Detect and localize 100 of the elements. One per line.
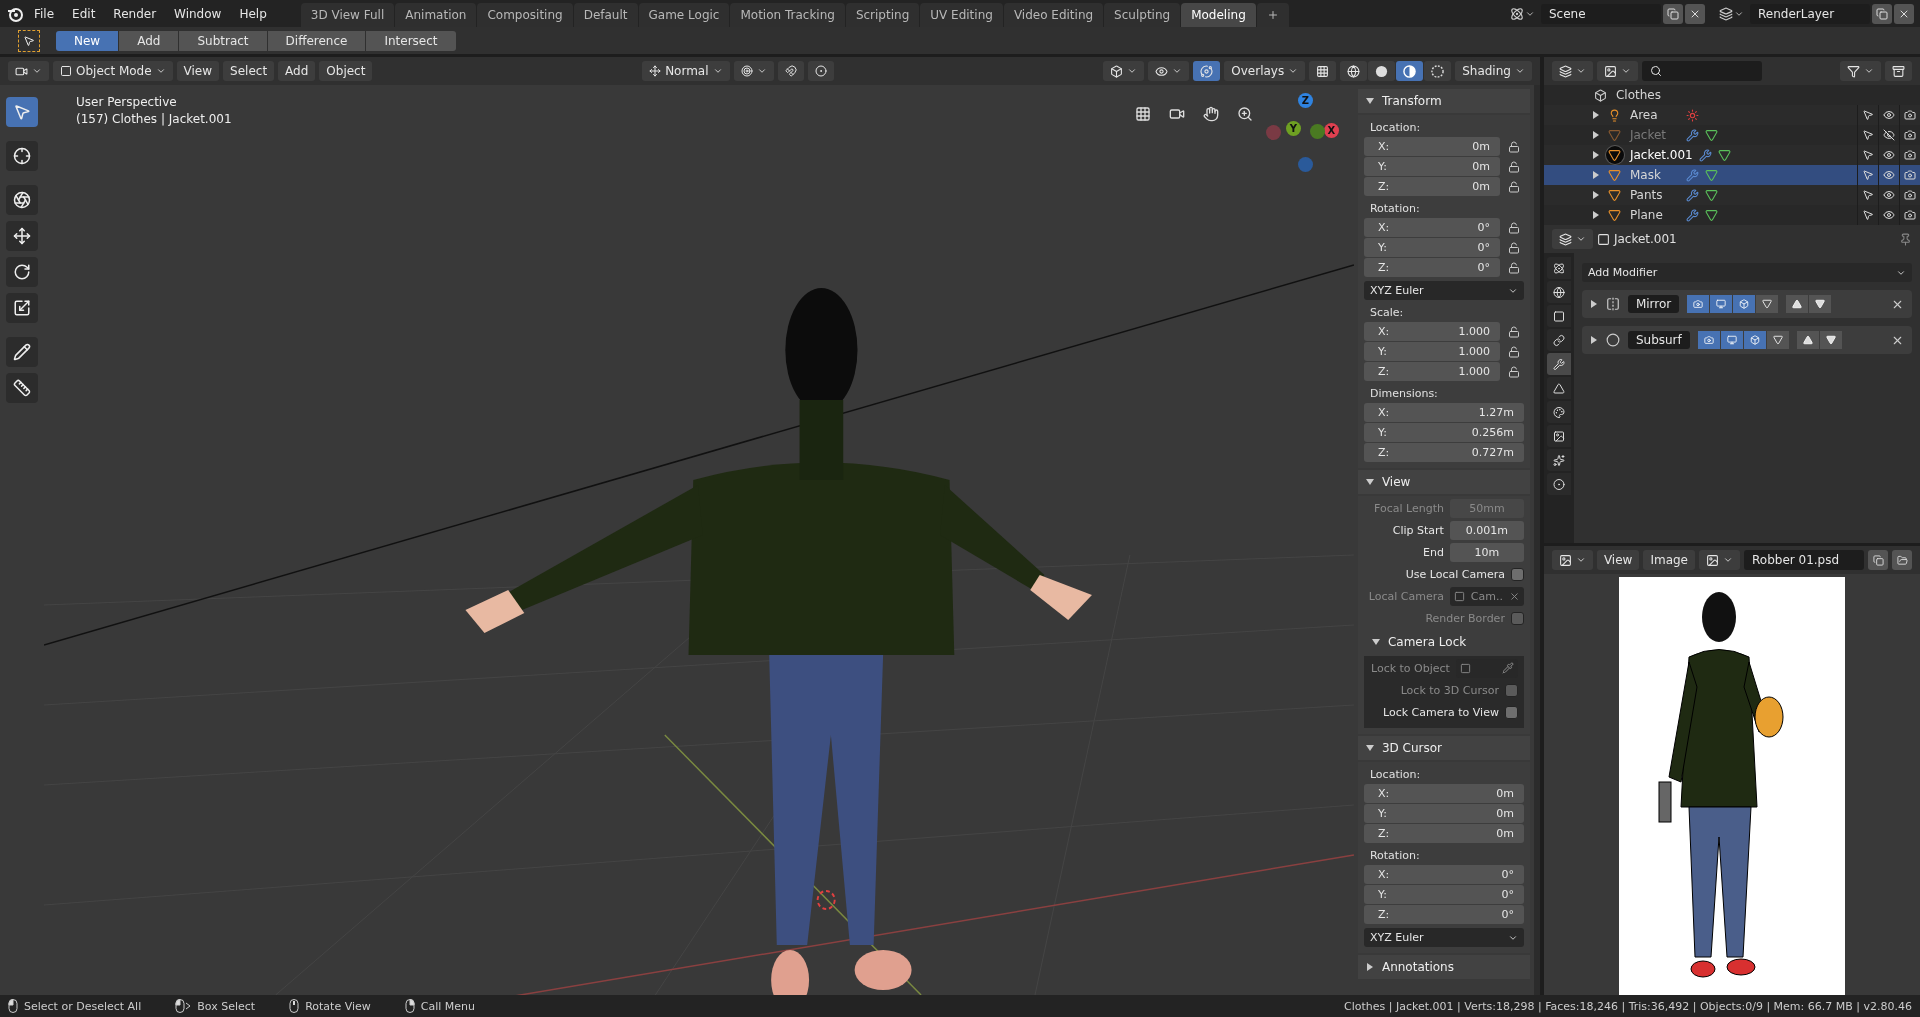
shortcut-hint: Call Menu xyxy=(420,999,475,1013)
number-field[interactable]: Y: 0m xyxy=(1363,157,1500,176)
overlays-dropdown[interactable]: Overlays xyxy=(1224,61,1306,81)
panel-header[interactable]: 3D Cursor xyxy=(1357,736,1530,760)
panel-title: Transform xyxy=(1381,94,1442,108)
modifier-name-field[interactable]: Subsurf xyxy=(1627,331,1690,349)
object-mode-dropdown[interactable]: Object Mode xyxy=(53,61,173,81)
workspace-tab[interactable]: Compositing xyxy=(477,3,573,27)
group-label: Rotation: xyxy=(1368,848,1421,863)
property-label: Use Local Camera xyxy=(1404,567,1505,581)
workspace-tab[interactable]: Video Editing xyxy=(1003,3,1104,27)
menu-item[interactable]: Image xyxy=(1643,550,1695,570)
number-field[interactable]: Y: 0° xyxy=(1363,885,1524,904)
property-label: End xyxy=(1422,545,1444,559)
outliner-row[interactable]: Mask xyxy=(1543,165,1920,185)
menu-item[interactable]: Edit xyxy=(64,6,104,21)
outliner-row[interactable]: Plane xyxy=(1543,205,1920,225)
mode-button[interactable]: Intersect xyxy=(366,30,456,51)
image-name-field[interactable]: Robber 01.psd xyxy=(1744,550,1864,570)
number-field[interactable]: 0.001m xyxy=(1449,520,1524,540)
group-label: Rotation: xyxy=(1368,201,1421,216)
number-field[interactable]: X: 0° xyxy=(1363,865,1524,884)
number-field[interactable]: Y: 1.000 xyxy=(1363,342,1500,361)
number-field[interactable]: Y: 0.256m xyxy=(1363,423,1524,442)
number-field[interactable]: 10m xyxy=(1449,542,1524,562)
scene-field[interactable]: Scene xyxy=(1541,3,1661,24)
number-field[interactable]: Y: 0m xyxy=(1363,804,1524,823)
number-field[interactable]: Z: 0° xyxy=(1363,905,1524,924)
number-field[interactable]: Z: 0.727m xyxy=(1363,443,1524,462)
mode-button[interactable]: New xyxy=(56,30,119,51)
property-label: Lock to 3D Cursor xyxy=(1399,683,1499,697)
workspace-tab[interactable]: Game Logic xyxy=(638,3,730,27)
add-modifier-dropdown[interactable]: Add Modifier xyxy=(1581,263,1912,282)
property-label: Focal Length xyxy=(1372,501,1444,515)
number-field[interactable]: X: 1.000 xyxy=(1363,322,1500,341)
shortcut-hint: Rotate View xyxy=(305,999,371,1013)
view-layer-field[interactable]: RenderLayer xyxy=(1750,3,1870,24)
workspace-tab[interactable]: UV Editing xyxy=(920,3,1003,27)
shading-dropdown[interactable]: Shading xyxy=(1455,61,1532,81)
mode-button[interactable]: Difference xyxy=(267,30,366,51)
menu-item[interactable]: Object xyxy=(319,61,373,81)
number-field[interactable]: Z: 1.000 xyxy=(1363,362,1500,381)
property-label: Local Camera xyxy=(1367,589,1444,603)
mode-button[interactable]: Add xyxy=(119,30,179,51)
x-axis-handle[interactable]: X xyxy=(1323,123,1339,138)
workspace-tab[interactable]: Scripting xyxy=(845,3,920,27)
panel-header[interactable]: Transform xyxy=(1357,89,1530,113)
rotation-mode-dropdown[interactable]: XYZ Euler xyxy=(1363,928,1524,947)
shortcut-hint: Box Select xyxy=(197,999,256,1013)
property-label: Clip Start xyxy=(1391,523,1444,537)
object-name: Mask xyxy=(1629,168,1662,182)
workspace-tab[interactable]: Default xyxy=(573,3,638,27)
number-field[interactable]: Z: 0m xyxy=(1363,824,1524,843)
scene-statistics: Clothes | Jacket.001 | Verts:18,298 | Faces:18,246 | Tris:36,492 | Objects:0/9 | Mem: 66.7 MB | v2.80.46 xyxy=(1344,999,1912,1013)
workspace-tab[interactable]: Motion Tracking xyxy=(730,3,845,27)
menu-item[interactable]: Help xyxy=(231,6,275,21)
object-name: Clothes xyxy=(1615,88,1662,102)
orientation-dropdown[interactable]: Normal xyxy=(642,61,730,81)
property-label: Lock to Object xyxy=(1369,661,1450,675)
property-label: Lock Camera to View xyxy=(1382,705,1499,719)
number-field[interactable]: X: 0° xyxy=(1363,218,1500,237)
menu-item[interactable]: File xyxy=(26,6,63,21)
view-name-label: User Perspective xyxy=(76,95,178,109)
number-field[interactable]: Z: 0m xyxy=(1363,177,1500,196)
y-axis-handle[interactable]: Y xyxy=(1285,121,1301,136)
menu-item[interactable]: Add xyxy=(278,61,316,81)
number-field[interactable]: X: 0m xyxy=(1363,784,1524,803)
panel-title: Camera Lock xyxy=(1387,635,1467,649)
group-label: Location: xyxy=(1368,120,1422,135)
z-axis-handle[interactable]: Z xyxy=(1297,93,1313,108)
workspace-tab[interactable]: Sculpting xyxy=(1104,3,1181,27)
menu-item[interactable]: Select xyxy=(223,61,275,81)
object-name: Area xyxy=(1629,108,1659,122)
modifier-name-field[interactable]: Mirror xyxy=(1627,295,1680,313)
object-name: Jacket.001 xyxy=(1613,232,1677,246)
object-name: Pants xyxy=(1629,188,1664,202)
panel-title: View xyxy=(1381,475,1411,489)
menu-item[interactable]: View xyxy=(176,61,220,81)
rotation-mode-dropdown[interactable]: XYZ Euler xyxy=(1363,281,1524,300)
workspace-tab[interactable]: 3D View Full xyxy=(300,3,395,27)
subpanel-header[interactable]: Camera Lock xyxy=(1363,630,1524,654)
workspace-tab[interactable]: Modeling xyxy=(1181,3,1256,27)
menu-item[interactable]: Render xyxy=(105,6,165,21)
mode-button[interactable]: Subtract xyxy=(179,30,267,51)
number-field[interactable]: Y: 0° xyxy=(1363,238,1500,257)
object-name: Plane xyxy=(1629,208,1664,222)
panel-header[interactable]: View xyxy=(1357,470,1530,494)
shortcut-hint: Select or Deselect All xyxy=(24,999,142,1013)
panel-header[interactable]: Annotations xyxy=(1357,955,1530,979)
menu-item[interactable]: Window xyxy=(166,6,230,21)
object-name: Jacket.001 xyxy=(1629,148,1693,162)
object-name: Jacket xyxy=(1629,128,1668,142)
object-info-label: (157) Clothes | Jacket.001 xyxy=(76,112,232,126)
property-label: Render Border xyxy=(1424,611,1505,625)
number-field[interactable]: X: 0m xyxy=(1363,137,1500,156)
number-field[interactable]: X: 1.27m xyxy=(1363,403,1524,422)
number-field[interactable]: Z: 0° xyxy=(1363,258,1500,277)
workspace-tab[interactable]: Animation xyxy=(395,3,477,27)
panel-title: Annotations xyxy=(1381,960,1454,974)
menu-item[interactable]: View xyxy=(1596,550,1640,570)
